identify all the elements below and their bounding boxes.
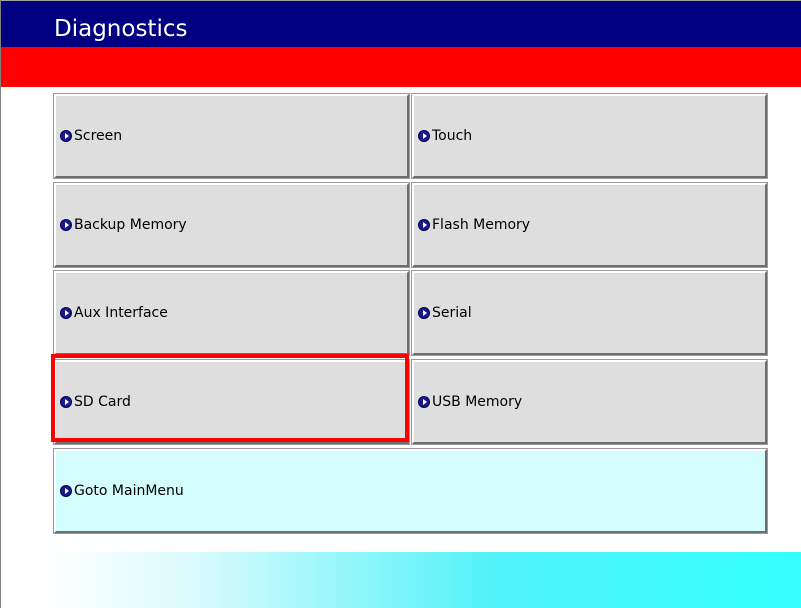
footer-gradient-bar [40, 552, 801, 608]
touch-button-label: Touch [432, 128, 473, 144]
usb-memory-button[interactable]: USB Memory [411, 359, 768, 445]
goto-main-menu-button-label: Goto MainMenu [74, 483, 184, 499]
circle-arrow-right-icon [60, 485, 72, 497]
window-frame-left [0, 0, 1, 608]
circle-arrow-right-icon [418, 396, 430, 408]
circle-arrow-right-icon [60, 130, 72, 142]
aux-interface-button[interactable]: Aux Interface [53, 270, 410, 356]
usb-memory-button-label: USB Memory [432, 394, 523, 410]
accent-bar [1, 47, 801, 87]
title-bar: Diagnostics [1, 1, 801, 47]
sd-card-button-label: SD Card [74, 394, 131, 410]
serial-button[interactable]: Serial [411, 270, 768, 356]
flash-memory-button-label: Flash Memory [432, 217, 531, 233]
sd-card-button[interactable]: SD Card [53, 359, 410, 445]
circle-arrow-right-icon [418, 130, 430, 142]
circle-arrow-right-icon [60, 396, 72, 408]
aux-interface-button-label: Aux Interface [74, 305, 168, 321]
page-title: Diagnostics [54, 16, 188, 42]
circle-arrow-right-icon [60, 307, 72, 319]
backup-memory-button[interactable]: Backup Memory [53, 182, 410, 268]
touch-button[interactable]: Touch [411, 93, 768, 179]
circle-arrow-right-icon [418, 307, 430, 319]
screen-button[interactable]: Screen [53, 93, 410, 179]
serial-button-label: Serial [432, 305, 472, 321]
flash-memory-button[interactable]: Flash Memory [411, 182, 768, 268]
circle-arrow-right-icon [418, 219, 430, 231]
circle-arrow-right-icon [60, 219, 72, 231]
backup-memory-button-label: Backup Memory [74, 217, 187, 233]
screen-button-label: Screen [74, 128, 123, 144]
goto-main-menu-button[interactable]: Goto MainMenu [53, 448, 768, 534]
